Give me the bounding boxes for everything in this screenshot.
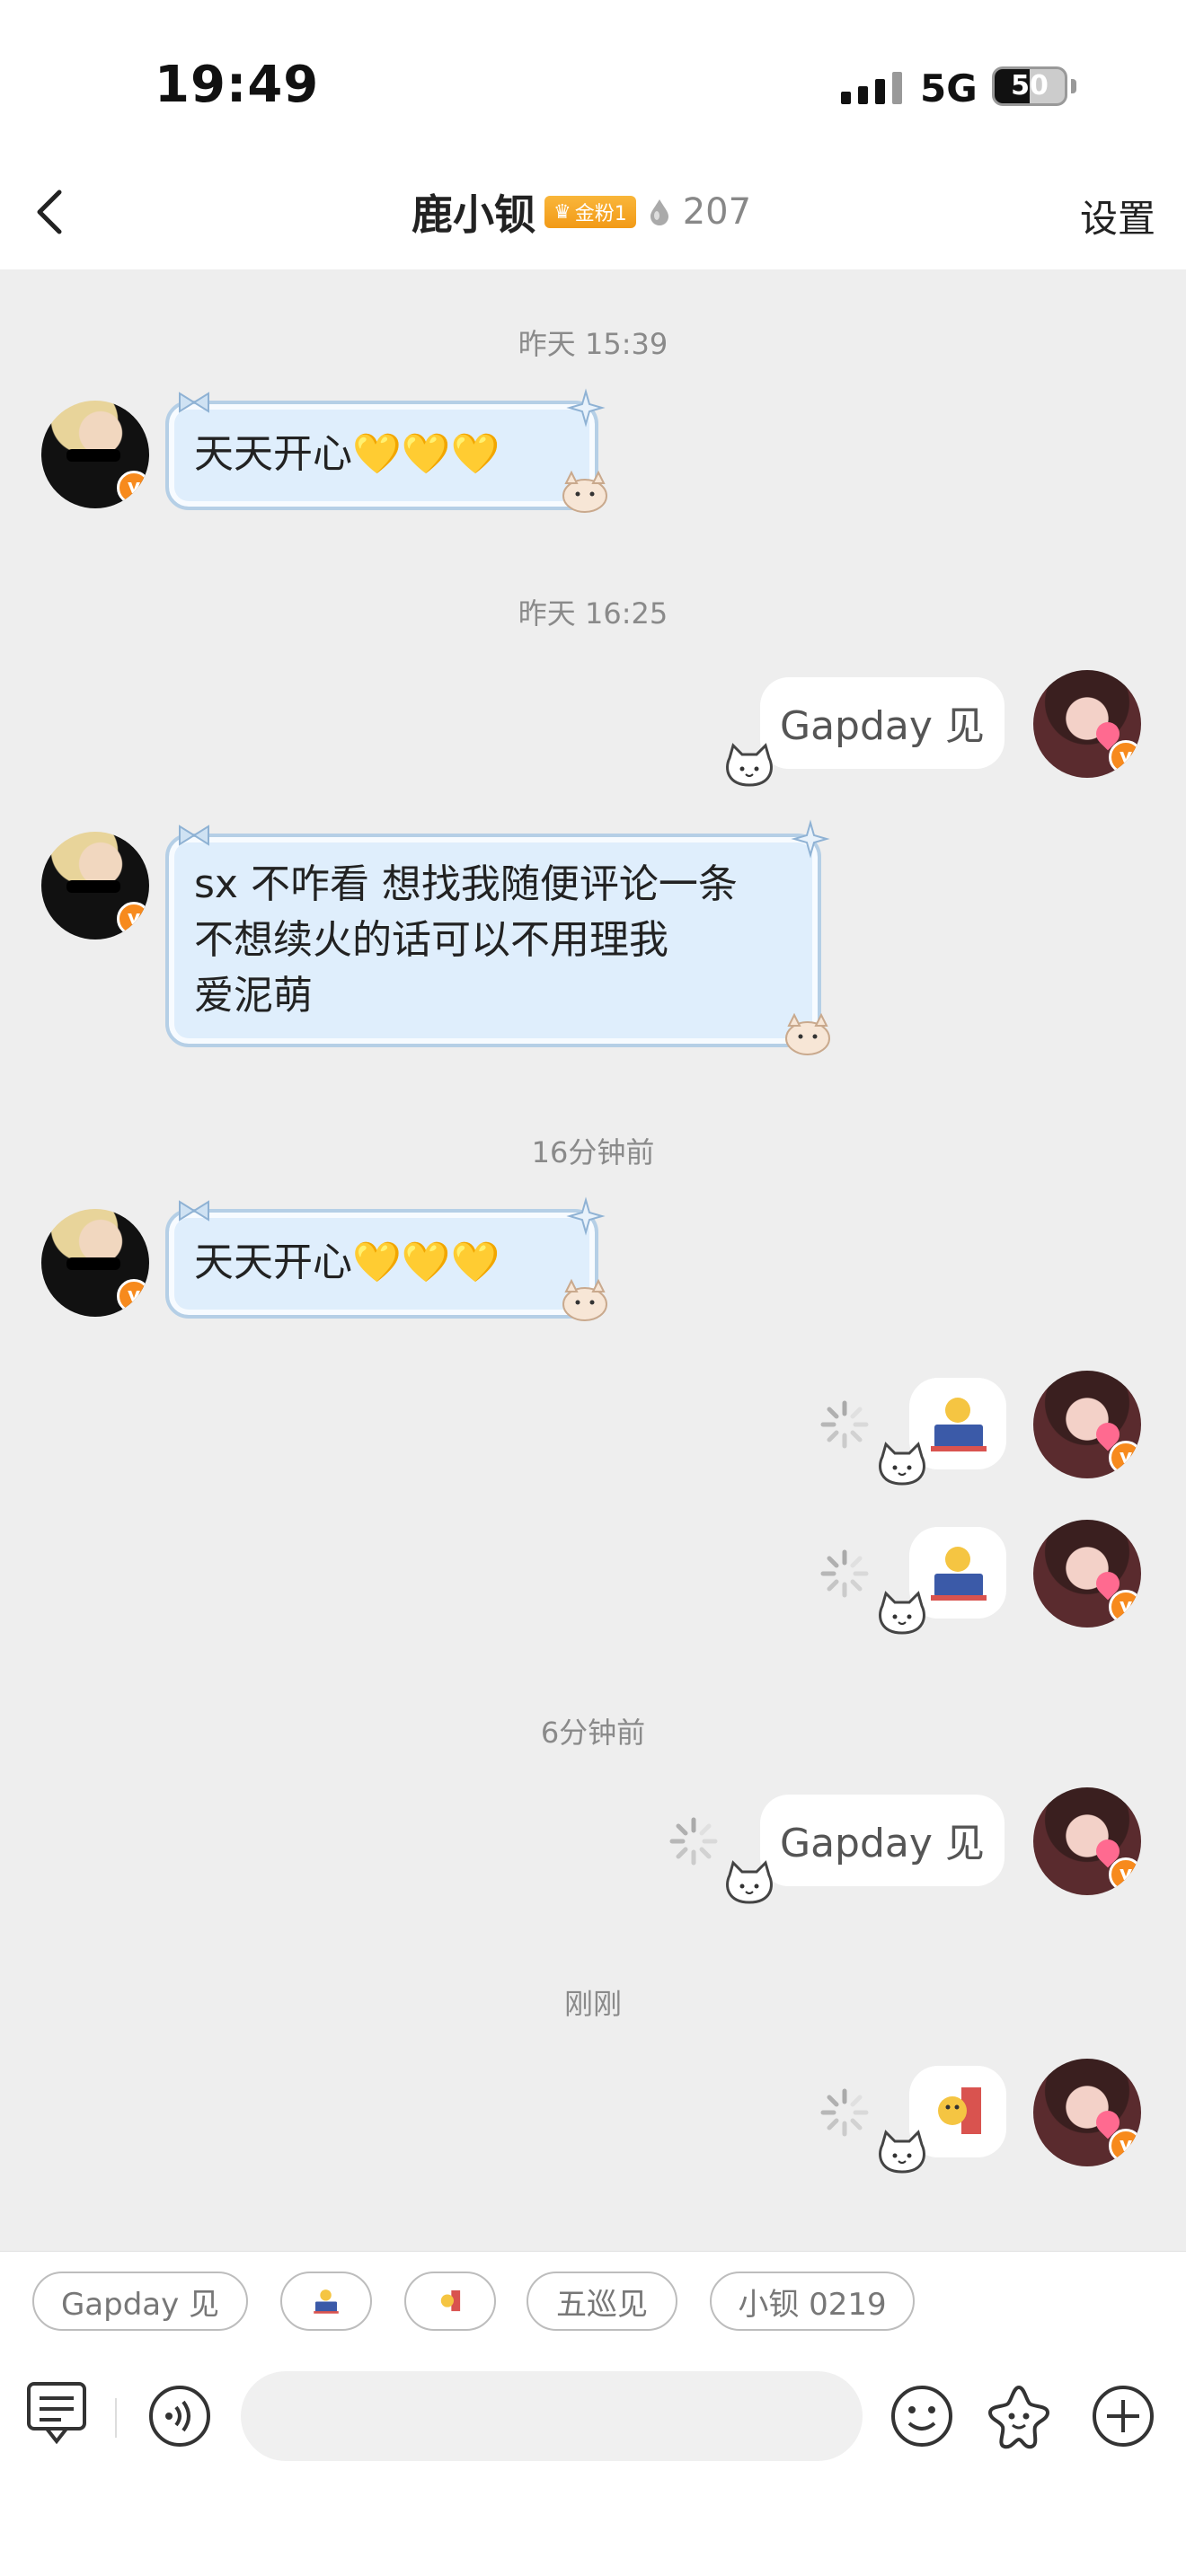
- avatar-glasses: [66, 1257, 120, 1270]
- laptop-sticker-icon: [314, 2289, 339, 2314]
- quick-reply-chip[interactable]: Gapday 见: [32, 2272, 248, 2331]
- my-avatar[interactable]: v: [1033, 1371, 1141, 1478]
- message-bubble[interactable]: Gapday 见: [760, 1795, 1005, 1886]
- back-arrow-icon[interactable]: [27, 185, 81, 239]
- timestamp: 刚刚: [563, 1987, 622, 2021]
- quick-reply-sticker-chip[interactable]: [404, 2272, 496, 2331]
- sending-spinner-icon: [820, 1400, 869, 1449]
- voice-icon[interactable]: [147, 2384, 212, 2448]
- my-avatar[interactable]: v: [1033, 670, 1141, 778]
- sparkle-icon: [566, 388, 606, 428]
- bow-icon: [179, 1200, 209, 1222]
- fire-count: 207: [682, 191, 752, 233]
- emoji-icon[interactable]: [890, 2384, 954, 2448]
- puppy-icon: [785, 1012, 830, 1055]
- fire-streak-icon: [650, 199, 668, 225]
- my-avatar[interactable]: v: [1033, 2059, 1141, 2166]
- my-avatar[interactable]: v: [1033, 1787, 1141, 1895]
- timestamp: 16分钟前: [531, 1135, 655, 1169]
- message-bubble[interactable]: sx 不咋看 想找我随便评论一条 不想续火的话可以不用理我 爱泥萌: [165, 834, 821, 1047]
- timestamp: 昨天 15:39: [518, 327, 668, 361]
- network-label: 5G: [920, 66, 978, 110]
- message-line: sx 不咋看 想找我随便评论一条: [194, 861, 738, 907]
- status-bar: 19:49 5G 50: [0, 0, 1186, 162]
- fan-badge-label: 金粉1: [574, 203, 627, 225]
- input-bar: [0, 2348, 1186, 2576]
- contact-avatar[interactable]: v: [41, 1209, 149, 1317]
- battery-icon: 50: [992, 66, 1067, 106]
- peek-sticker-icon: [440, 2290, 461, 2312]
- message-text: Gapday 见: [780, 703, 985, 749]
- message-bubble[interactable]: 天天开心💛💛💛: [165, 401, 598, 510]
- verified-badge: v: [1109, 2129, 1141, 2163]
- battery-text: 50: [1011, 70, 1049, 101]
- bow-icon: [179, 392, 209, 413]
- verified-badge: v: [1109, 1441, 1141, 1475]
- cat-sticker-icon: [879, 1442, 925, 1486]
- verified-badge: v: [117, 902, 149, 936]
- quick-reply-sticker-chip[interactable]: [280, 2272, 372, 2331]
- puppy-icon: [562, 1278, 607, 1321]
- sticker-star-icon[interactable]: [985, 2382, 1053, 2450]
- crown-icon: ♛: [553, 200, 571, 224]
- sending-spinner-icon: [669, 1817, 718, 1866]
- contact-avatar[interactable]: v: [41, 832, 149, 940]
- verified-badge: v: [1109, 740, 1141, 774]
- verified-badge: v: [1109, 1857, 1141, 1892]
- quick-reply-bar: Gapday 见 五巡见 小钡 0219: [0, 2251, 1186, 2349]
- sending-spinner-icon: [820, 1549, 869, 1598]
- chat-list-icon[interactable]: [25, 2380, 88, 2447]
- message-bubble[interactable]: 天天开心💛💛💛: [165, 1209, 598, 1319]
- avatar-glasses: [66, 449, 120, 462]
- cat-sticker-icon: [726, 1860, 773, 1904]
- quick-reply-chip[interactable]: 五巡见: [527, 2272, 677, 2331]
- message-line: 不想续火的话可以不用理我: [194, 917, 668, 963]
- plus-icon[interactable]: [1091, 2384, 1155, 2448]
- contact-name: 鹿小钡: [412, 190, 535, 239]
- sending-spinner-icon: [820, 2088, 869, 2137]
- message-input[interactable]: [241, 2371, 863, 2461]
- verified-badge: v: [117, 1279, 149, 1313]
- fan-badge: ♛ 金粉1: [544, 196, 636, 228]
- divider: [115, 2398, 117, 2438]
- bow-icon: [179, 825, 209, 846]
- sparkle-icon: [566, 1196, 606, 1236]
- verified-badge: v: [117, 471, 149, 505]
- cat-sticker-icon: [879, 2130, 925, 2174]
- quick-reply-chip[interactable]: 小钡 0219: [710, 2272, 915, 2331]
- settings-button[interactable]: 设置: [1080, 189, 1155, 243]
- top-area: 19:49 5G 50 鹿小钡 ♛ 金粉1 207 设置: [0, 0, 1186, 269]
- my-avatar[interactable]: v: [1033, 1520, 1141, 1628]
- chat-header: 鹿小钡 ♛ 金粉1 207 设置: [0, 162, 1186, 269]
- verified-badge: v: [1109, 1590, 1141, 1624]
- sparkle-icon: [791, 819, 830, 859]
- cat-sticker-icon: [879, 1591, 925, 1635]
- puppy-icon: [562, 470, 607, 513]
- signal-icon: [841, 72, 902, 104]
- message-line: 爱泥萌: [194, 973, 313, 1019]
- avatar-glasses: [66, 880, 120, 893]
- contact-avatar[interactable]: v: [41, 401, 149, 508]
- message-bubble[interactable]: Gapday 见: [760, 677, 1005, 769]
- timestamp: 昨天 16:25: [518, 596, 668, 631]
- title-group[interactable]: 鹿小钡 ♛ 金粉1 207: [412, 185, 751, 239]
- message-text: Gapday 见: [780, 1821, 985, 1866]
- timestamp: 6分钟前: [540, 1716, 646, 1750]
- cat-sticker-icon: [726, 743, 773, 787]
- battery-tip: [1071, 79, 1076, 93]
- status-time: 19:49: [155, 56, 320, 114]
